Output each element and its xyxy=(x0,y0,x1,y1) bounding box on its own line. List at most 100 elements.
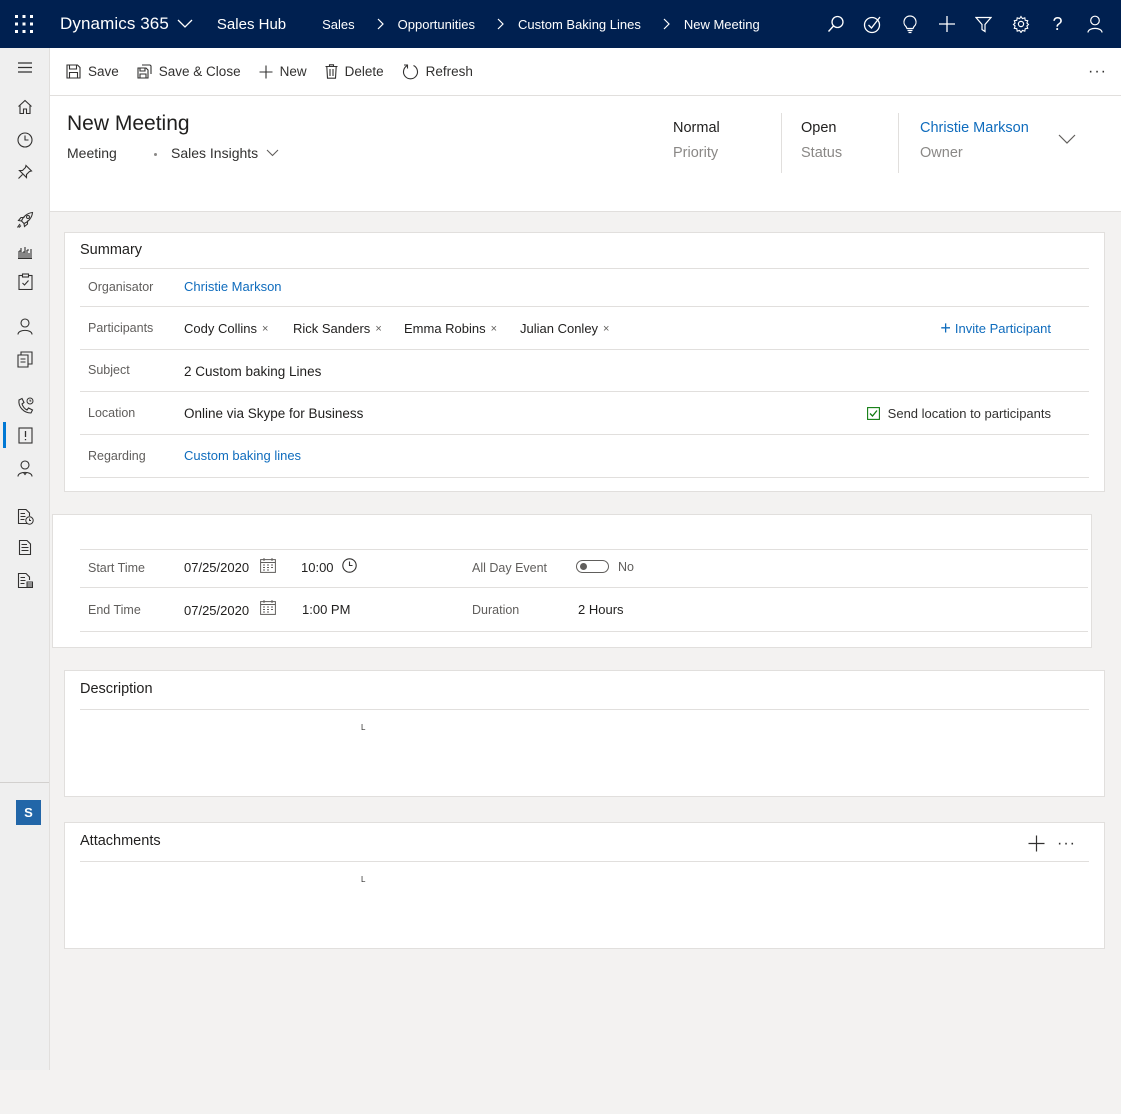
app-name[interactable]: Dynamics 365 xyxy=(60,14,169,34)
document-clock-icon[interactable] xyxy=(0,501,50,531)
user-profile-icon[interactable] xyxy=(0,453,50,483)
task-icon[interactable] xyxy=(0,420,50,450)
top-actions: ? xyxy=(817,0,1113,48)
participant-name: Rick Sanders xyxy=(293,321,371,336)
save-close-button[interactable]: Save & Close xyxy=(137,48,241,96)
priority-value[interactable]: Normal xyxy=(673,120,720,136)
more-commands-icon[interactable]: ··· xyxy=(1088,48,1107,96)
start-date-input[interactable]: 07/25/2020 xyxy=(184,560,249,575)
header-divider xyxy=(781,113,782,173)
regarding-link[interactable]: Custom baking lines xyxy=(184,448,301,463)
activities-icon[interactable] xyxy=(0,266,50,296)
participant-chip[interactable]: Rick Sanders × xyxy=(293,321,382,336)
gear-icon[interactable] xyxy=(1002,0,1039,48)
invite-participant-button[interactable]: + Invite Participant xyxy=(940,319,1051,337)
chevron-right-icon xyxy=(497,18,504,30)
hub-name[interactable]: Sales Hub xyxy=(217,16,286,33)
checkbox-checked-icon xyxy=(866,407,880,420)
clock-icon[interactable] xyxy=(342,558,357,573)
remove-participant-icon[interactable]: × xyxy=(603,323,609,335)
participant-chip[interactable]: Emma Robins × xyxy=(404,321,497,336)
document-icon[interactable] xyxy=(0,532,50,562)
header-expand-chevron-icon[interactable] xyxy=(1058,134,1076,145)
pinned-icon[interactable] xyxy=(0,157,50,187)
save-button[interactable]: Save xyxy=(66,48,119,96)
remove-participant-icon[interactable]: × xyxy=(262,323,268,335)
new-button[interactable]: New xyxy=(259,48,307,96)
plus-icon[interactable] xyxy=(928,0,965,48)
app-launcher-icon[interactable] xyxy=(0,0,48,48)
page-title: New Meeting xyxy=(67,112,190,135)
start-time-input[interactable]: 10:00 xyxy=(301,560,334,575)
breadcrumb-opportunities[interactable]: Opportunities xyxy=(398,17,475,32)
refresh-button[interactable]: Refresh xyxy=(402,48,473,96)
breadcrumb-custom-baking-lines[interactable]: Custom Baking Lines xyxy=(518,17,641,32)
text-cursor-icon: L xyxy=(361,723,366,732)
document-stack-icon[interactable] xyxy=(0,565,50,595)
recent-icon[interactable] xyxy=(0,125,50,155)
user-icon[interactable] xyxy=(1076,0,1113,48)
accounts-icon[interactable] xyxy=(0,344,50,374)
refresh-icon xyxy=(402,63,419,80)
dashboard-icon[interactable] xyxy=(0,236,50,266)
all-day-event-toggle[interactable] xyxy=(576,560,609,573)
area-switcher-badge[interactable]: S xyxy=(16,800,41,825)
delete-button[interactable]: Delete xyxy=(325,48,384,96)
participant-name: Emma Robins xyxy=(404,321,486,336)
chevron-right-icon xyxy=(377,18,384,30)
participant-name: Cody Collins xyxy=(184,321,257,336)
lightbulb-icon[interactable] xyxy=(891,0,928,48)
header-divider xyxy=(898,113,899,173)
location-label: Location xyxy=(88,406,136,420)
end-time-input[interactable]: 1:00 PM xyxy=(302,602,350,617)
breadcrumb: Sales Opportunities Custom Baking Lines … xyxy=(322,17,760,32)
location-input[interactable]: Online via Skype for Business xyxy=(184,406,363,421)
calendar-icon[interactable] xyxy=(260,558,276,573)
duration-value[interactable]: 2 Hours xyxy=(578,602,624,617)
section-title-summary: Summary xyxy=(80,242,143,258)
participant-chip[interactable]: Cody Collins × xyxy=(184,321,268,336)
send-location-checkbox[interactable]: Send location to participants xyxy=(866,406,1051,421)
help-icon[interactable]: ? xyxy=(1039,0,1076,48)
subject-input[interactable]: 2 Custom baking Lines xyxy=(184,364,321,379)
add-attachment-button[interactable] xyxy=(1028,835,1045,852)
save-close-icon xyxy=(137,64,152,79)
organisator-label: Organisator xyxy=(88,280,154,294)
app-switcher-chevron-icon[interactable] xyxy=(177,19,193,29)
organisator-row: Organisator Christie Markson xyxy=(80,268,1089,306)
form-selector-label: Sales Insights xyxy=(171,145,259,161)
send-location-label: Send location to participants xyxy=(887,406,1051,421)
owner-link[interactable]: Christie Markson xyxy=(920,120,1029,136)
end-date-input[interactable]: 07/25/2020 xyxy=(184,603,249,618)
phone-call-icon[interactable] xyxy=(0,390,50,420)
breadcrumb-sales[interactable]: Sales xyxy=(322,17,355,32)
search-icon[interactable] xyxy=(817,0,854,48)
section-title-description: Description xyxy=(80,681,153,697)
contact-icon[interactable] xyxy=(0,311,50,341)
attachments-more-icon[interactable]: ··· xyxy=(1057,835,1076,853)
all-day-event-value: No xyxy=(618,560,634,574)
left-navigation: S xyxy=(0,48,50,1070)
calendar-icon[interactable] xyxy=(260,600,276,615)
participant-chip[interactable]: Julian Conley × xyxy=(520,321,609,336)
status-value[interactable]: Open xyxy=(801,120,842,136)
schedule-section: Start Time 07/25/2020 10:00 All Day Even… xyxy=(52,514,1092,648)
text-cursor-icon: L xyxy=(361,875,366,884)
task-check-icon[interactable] xyxy=(854,0,891,48)
participants-row: Participants Cody Collins × Rick Sanders… xyxy=(80,306,1089,349)
organisator-link[interactable]: Christie Markson xyxy=(184,279,282,294)
priority-label: Priority xyxy=(673,145,719,161)
plus-icon xyxy=(259,65,273,79)
filter-icon[interactable] xyxy=(965,0,1002,48)
home-icon[interactable] xyxy=(0,92,50,122)
remove-participant-icon[interactable]: × xyxy=(491,323,497,335)
hamburger-icon[interactable] xyxy=(0,52,50,82)
top-bar: Dynamics 365 Sales Hub Sales Opportuniti… xyxy=(0,0,1121,48)
chevron-down-icon xyxy=(266,149,279,157)
summary-section: Summary Organisator Christie Markson Par… xyxy=(64,232,1105,492)
breadcrumb-new-meeting[interactable]: New Meeting xyxy=(684,17,760,32)
description-textarea[interactable]: L xyxy=(80,709,1089,797)
remove-participant-icon[interactable]: × xyxy=(375,323,381,335)
form-selector[interactable]: Sales Insights xyxy=(171,145,279,161)
rocket-icon[interactable] xyxy=(0,205,50,235)
